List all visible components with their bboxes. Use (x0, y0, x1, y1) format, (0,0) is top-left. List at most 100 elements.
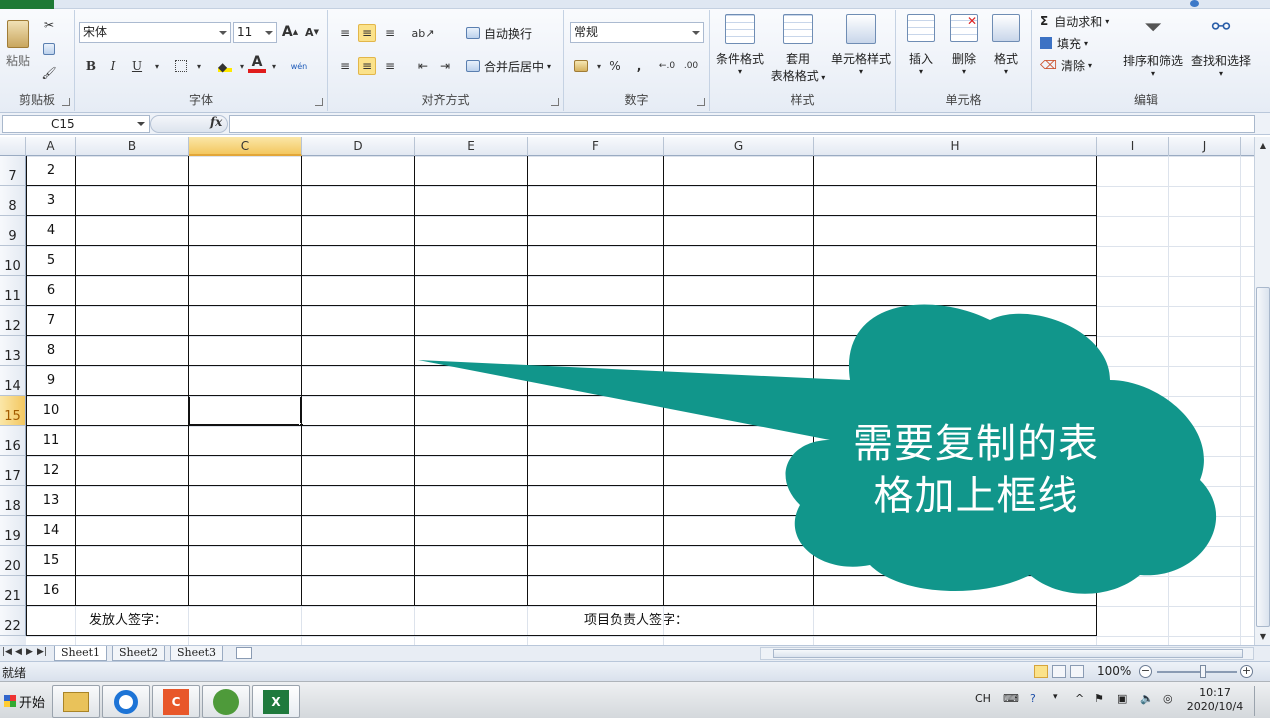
font-launcher-icon[interactable] (315, 98, 323, 106)
zoom-slider-thumb[interactable] (1200, 665, 1206, 678)
row-header-15[interactable]: 15 (0, 396, 26, 426)
tray-app-icon[interactable]: ◎ (1163, 692, 1173, 705)
next-sheet-icon[interactable]: ▶ (26, 647, 33, 657)
zoom-slider-track[interactable] (1157, 671, 1237, 673)
row-header-19[interactable]: 19 (0, 516, 26, 546)
format-cells-button[interactable]: 格式 ▾ (986, 14, 1026, 86)
comma-button[interactable]: , (630, 57, 648, 75)
row-header-16[interactable]: 16 (0, 426, 26, 456)
table-row-number[interactable]: 16 (26, 576, 76, 606)
percent-button[interactable]: % (606, 57, 624, 75)
cell-grid[interactable]: 发放人签字： 项目负责人签字： 2 3 4 5 6 7 8 9 10 11 12 13 14 15 16 (26, 156, 1254, 645)
cell-styles-button[interactable]: 单元格样式 ▾ (828, 14, 894, 86)
borders-button[interactable] (172, 57, 190, 75)
table-row-number[interactable]: 8 (26, 336, 76, 366)
row-header-9[interactable]: 9 (0, 216, 26, 246)
cut-icon[interactable]: ✂ (40, 16, 58, 34)
clock[interactable]: 10:17 2020/10/4 (1180, 686, 1250, 714)
sheet-tab-sheet1[interactable]: Sheet1 (54, 646, 108, 661)
sheet-tab-sheet2[interactable]: Sheet2 (112, 646, 166, 661)
row-header-12[interactable]: 12 (0, 306, 26, 336)
column-header-c[interactable]: C (189, 137, 302, 156)
font-size-combo[interactable]: 11 (233, 22, 277, 43)
table-row-number[interactable]: 6 (26, 276, 76, 306)
table-row-number[interactable]: 7 (26, 306, 76, 336)
paste-button[interactable]: 粘贴 (3, 14, 33, 74)
insert-function-icon[interactable]: fx (210, 115, 222, 129)
selected-cell-c15[interactable] (188, 395, 302, 426)
table-row-number[interactable]: 15 (26, 546, 76, 576)
increase-decimal-icon[interactable]: ←.0 (658, 57, 676, 75)
first-sheet-icon[interactable]: |◀ (2, 647, 12, 657)
bold-button[interactable]: B (82, 57, 100, 75)
underline-dropdown-icon[interactable]: ▾ (148, 57, 166, 75)
column-header-h[interactable]: H (814, 137, 1097, 156)
table-row-number[interactable]: 13 (26, 486, 76, 516)
help-icon[interactable] (1190, 0, 1199, 7)
clear-button[interactable]: ⌫ 清除 ▾ (1040, 56, 1092, 74)
volume-icon[interactable]: 🔈 (1140, 692, 1154, 705)
font-color-dropdown-icon[interactable]: ▾ (265, 57, 283, 75)
taskbar-app[interactable] (202, 685, 250, 718)
taskbar-explorer[interactable] (52, 685, 100, 718)
table-row-number[interactable]: 3 (26, 186, 76, 216)
table-row-number[interactable]: 11 (26, 426, 76, 456)
table-row-number[interactable]: 12 (26, 456, 76, 486)
sort-filter-button[interactable]: ⏷ 排序和筛选 ▾ (1120, 14, 1186, 86)
fill-button[interactable]: 填充 ▾ (1040, 34, 1088, 52)
conditional-format-button[interactable]: 条件格式 ▾ (712, 14, 768, 86)
ime-indicator[interactable]: CH (975, 692, 991, 705)
clipboard-launcher-icon[interactable] (62, 98, 70, 106)
column-header-d[interactable]: D (302, 137, 415, 156)
align-middle-icon[interactable]: ≡ (358, 24, 376, 42)
row-header-10[interactable]: 10 (0, 246, 26, 276)
decrease-decimal-icon[interactable]: .00 (682, 57, 700, 75)
align-left-icon[interactable]: ≡ (336, 57, 354, 75)
prev-sheet-icon[interactable]: ◀ (15, 647, 22, 657)
taskbar-browser[interactable] (102, 685, 150, 718)
select-all-corner[interactable] (0, 137, 26, 156)
grow-font-button[interactable]: A ▲ (281, 23, 299, 41)
autosum-button[interactable]: Σ 自动求和 ▾ (1040, 12, 1109, 30)
merge-center-button[interactable]: 合并后居中 ▾ (466, 56, 551, 76)
taskbar-excel[interactable]: X (252, 685, 300, 718)
column-header-a[interactable]: A (26, 137, 76, 156)
alignment-launcher-icon[interactable] (551, 98, 559, 106)
row-header-8[interactable]: 8 (0, 186, 26, 216)
align-top-icon[interactable]: ≡ (336, 24, 354, 42)
font-name-combo[interactable]: 宋体 (79, 22, 231, 43)
zoom-out-icon[interactable]: − (1139, 665, 1152, 678)
zoom-level[interactable]: 100% (1097, 664, 1131, 678)
align-bottom-icon[interactable]: ≡ (381, 24, 399, 42)
table-row-number[interactable]: 5 (26, 246, 76, 276)
flag-icon[interactable]: ⚑ (1094, 692, 1104, 705)
column-header-i[interactable]: I (1097, 137, 1169, 156)
chevron-down-icon[interactable] (137, 122, 145, 126)
align-center-icon[interactable]: ≡ (358, 57, 376, 75)
keyboard-icon[interactable]: ⌨ (1003, 692, 1019, 705)
scroll-up-icon[interactable]: ▲ (1256, 138, 1270, 152)
row-header-7[interactable]: 7 (0, 156, 26, 186)
row-header-21[interactable]: 21 (0, 576, 26, 606)
borders-dropdown-icon[interactable]: ▾ (190, 57, 208, 75)
increase-indent-icon[interactable]: ⇥ (436, 57, 454, 75)
new-sheet-icon[interactable] (236, 647, 252, 659)
italic-button[interactable]: I (104, 57, 122, 75)
name-box[interactable]: C15 (2, 115, 150, 133)
row-header-18[interactable]: 18 (0, 486, 26, 516)
vertical-scrollbar[interactable]: ▲ ▼ (1254, 137, 1270, 645)
scroll-down-icon[interactable]: ▼ (1256, 629, 1270, 643)
column-header-j[interactable]: J (1169, 137, 1241, 156)
table-row-number[interactable]: 4 (26, 216, 76, 246)
number-format-combo[interactable]: 常规 (570, 22, 704, 43)
page-layout-view-icon[interactable] (1052, 665, 1066, 678)
row-header-13[interactable]: 13 (0, 336, 26, 366)
sheet-tab-sheet3[interactable]: Sheet3 (170, 646, 224, 661)
number-launcher-icon[interactable] (697, 98, 705, 106)
last-sheet-icon[interactable]: ▶| (37, 647, 47, 657)
insert-cells-button[interactable]: 插入 ▾ (900, 14, 942, 86)
table-row-number[interactable]: 2 (26, 156, 76, 186)
shrink-font-button[interactable]: A ▼ (303, 23, 321, 41)
row-header-20[interactable]: 20 (0, 546, 26, 576)
wrap-text-button[interactable]: 自动换行 (466, 23, 532, 43)
